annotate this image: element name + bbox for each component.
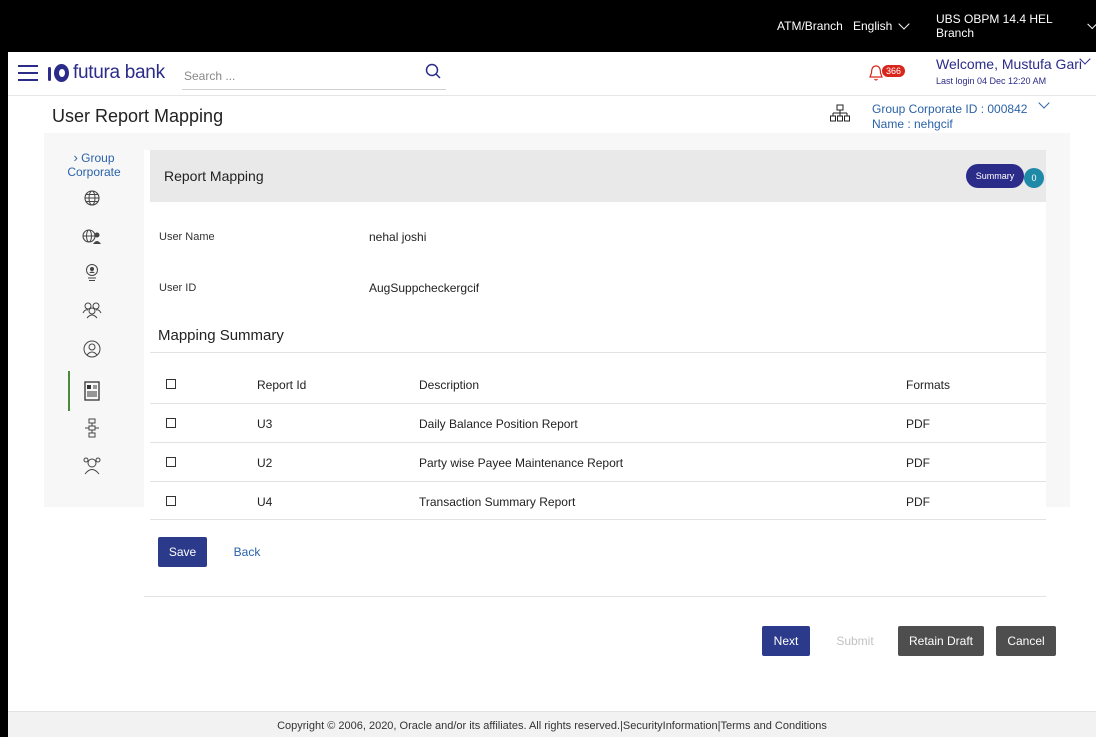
group-corporate-id: Group Corporate ID : 000842 (872, 102, 1028, 116)
notifications-button[interactable]: 366 (868, 62, 906, 84)
user-id-label: User ID (159, 282, 197, 294)
table-cell-description: Transaction Summary Report (419, 495, 576, 509)
select-all-checkbox[interactable] (166, 379, 176, 389)
page-title: User Report Mapping (52, 106, 224, 126)
entity-selector[interactable]: UBS OBPM 14.4 HEL Branch (936, 0, 1096, 52)
workflow-icon[interactable] (80, 416, 104, 440)
window-edge (0, 52, 8, 737)
search-icon[interactable] (424, 62, 444, 82)
section-title: Mapping Summary (158, 327, 284, 344)
globe-icon[interactable] (80, 186, 104, 210)
user-badge-icon[interactable] (80, 261, 104, 285)
divider (150, 403, 1046, 404)
next-button[interactable]: Next (762, 626, 810, 656)
row-checkbox[interactable] (166, 418, 176, 428)
search-placeholder: Search ... (184, 69, 236, 83)
divider (150, 352, 1046, 353)
user-id-value: AugSuppcheckergcif (369, 281, 480, 295)
table-header-description: Description (419, 378, 480, 392)
sidebar-active-indicator (68, 371, 70, 411)
chevron-down-icon[interactable] (1038, 97, 1050, 109)
table-cell-format: PDF (906, 495, 930, 509)
row-checkbox[interactable] (166, 496, 176, 506)
entity-label: UBS OBPM 14.4 HEL Branch (936, 12, 1053, 40)
table-header-formats: Formats (906, 378, 951, 392)
save-button[interactable]: Save (158, 537, 207, 567)
search-input[interactable]: Search ... (182, 60, 446, 90)
chevron-right-icon: › (73, 150, 78, 165)
panel-header (150, 150, 1046, 202)
retain-draft-button[interactable]: Retain Draft (898, 626, 984, 656)
submit-button[interactable]: Submit (824, 626, 886, 656)
brand-name: futura bank (73, 62, 165, 83)
chevron-down-icon (1086, 18, 1096, 29)
table-cell-format: PDF (906, 417, 930, 431)
footer: Copyright © 2006, 2020, Oracle and/or it… (8, 711, 1096, 737)
panel-title: Report Mapping (164, 168, 264, 184)
divider (150, 519, 1046, 520)
app-header: futura bank Search ... 366 Welcome, Must… (8, 52, 1096, 96)
report-icon[interactable] (80, 379, 104, 403)
atm-branch-label: ATM/Branch (777, 19, 843, 33)
table-cell-report-id: U4 (257, 495, 273, 509)
summary-count-badge: 0 (1024, 168, 1044, 188)
user-settings-icon[interactable] (80, 454, 104, 478)
language-label: English (853, 19, 893, 33)
table-header-report-id: Report Id (257, 378, 307, 392)
divider (150, 442, 1046, 443)
divider (144, 596, 1046, 597)
sidebar-group-corporate-link[interactable]: › Group Corporate (66, 150, 122, 180)
table-cell-format: PDF (906, 456, 930, 470)
row-checkbox[interactable] (166, 457, 176, 467)
top-bar: ATM/Branch English UBS OBPM 14.4 HEL Bra… (0, 0, 1096, 52)
user-support-icon[interactable] (80, 337, 104, 361)
hierarchy-icon (830, 104, 850, 122)
menu-icon[interactable] (18, 65, 38, 81)
user-name-label: User Name (159, 231, 215, 243)
divider (150, 481, 1046, 482)
table-cell-description: Daily Balance Position Report (419, 417, 578, 431)
language-selector[interactable]: English (853, 0, 911, 52)
table-cell-report-id: U2 (257, 456, 273, 470)
welcome-text[interactable]: Welcome, Mustufa Gari (936, 56, 1082, 72)
summary-button[interactable]: Summary (966, 164, 1024, 188)
globe-user-icon[interactable] (80, 224, 104, 248)
brand-logo[interactable]: futura bank (48, 62, 165, 84)
back-link[interactable]: Back (232, 537, 262, 567)
atm-branch-link[interactable]: ATM/Branch (777, 0, 843, 52)
user-name-value: nehal joshi (369, 230, 427, 244)
table-cell-description: Party wise Payee Maintenance Report (419, 456, 624, 470)
group-corporate-name: Name : nehgcif (872, 117, 953, 131)
footer-text: Copyright © 2006, 2020, Oracle and/or it… (277, 720, 827, 732)
chevron-down-icon (898, 17, 911, 30)
notification-count-badge: 366 (882, 65, 906, 77)
last-login-text: Last login 04 Dec 12:20 AM (936, 76, 1047, 86)
table-cell-report-id: U3 (257, 417, 273, 431)
futura-logo-icon (48, 63, 70, 83)
users-group-icon[interactable] (80, 298, 104, 322)
cancel-button[interactable]: Cancel (996, 626, 1056, 656)
